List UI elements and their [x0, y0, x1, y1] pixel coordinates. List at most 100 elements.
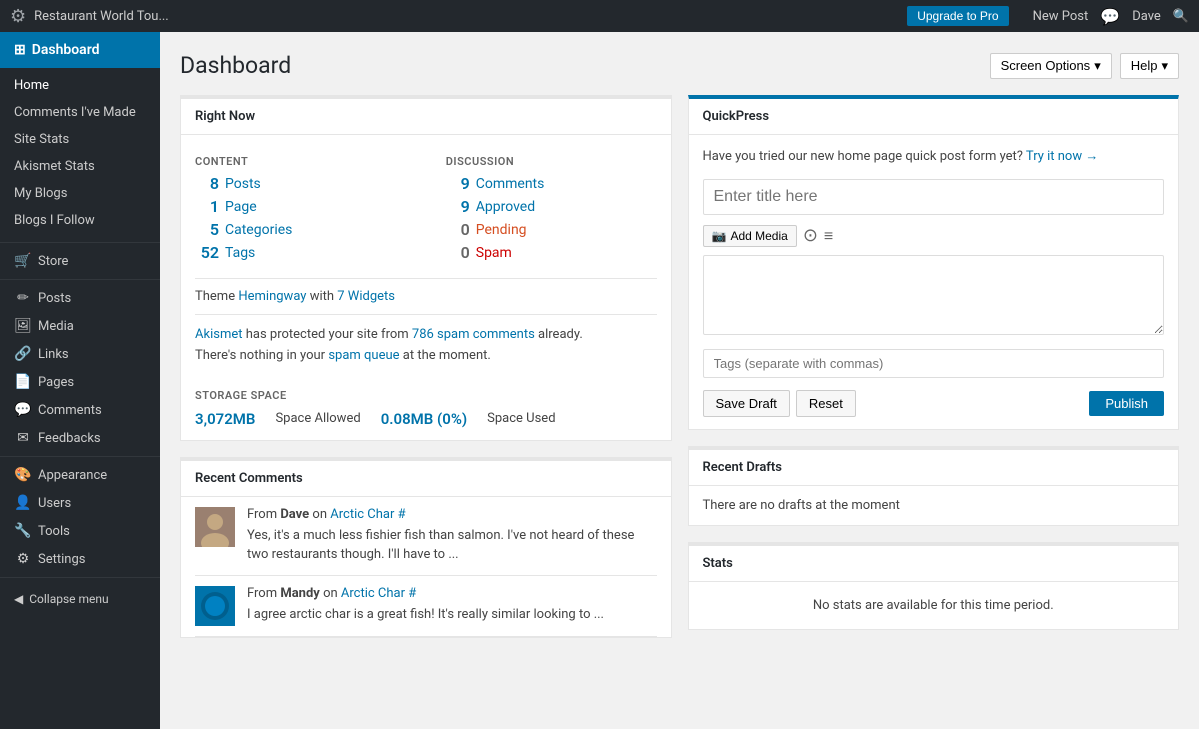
widgets-grid: Right Now CONTENT 8 Posts 1: [180, 95, 1179, 638]
comments-count: 9: [446, 174, 470, 193]
admin-bar: ⚙ Restaurant World Tou... Upgrade to Pro…: [0, 0, 1199, 32]
page-count-item: 1 Page: [195, 197, 406, 216]
page-link[interactable]: Page: [225, 199, 257, 215]
sidebar-item-users[interactable]: 👤 Users: [0, 489, 160, 517]
sidebar-item-home[interactable]: Home: [0, 72, 160, 99]
comment-avatar-2: [195, 586, 235, 626]
categories-count: 5: [195, 220, 219, 239]
akismet-post: already.: [538, 327, 583, 342]
quickpress-actions: Save Draft Reset Publish: [703, 390, 1165, 417]
comments-link[interactable]: Comments: [476, 176, 545, 192]
sidebar-item-appearance[interactable]: 🎨 Appearance: [0, 461, 160, 489]
spam-link[interactable]: Spam: [476, 245, 512, 261]
store-label: Store: [38, 254, 68, 269]
add-media-label: Add Media: [730, 229, 787, 243]
stats-widget: Stats No stats are available for this ti…: [688, 542, 1180, 630]
sidebar-item-store[interactable]: 🛒 Store: [0, 247, 160, 275]
comment-post-link-1[interactable]: Arctic Char #: [330, 507, 405, 522]
reset-button[interactable]: Reset: [796, 390, 856, 417]
posts-count: 8: [195, 174, 219, 193]
appearance-label: Appearance: [38, 468, 107, 483]
sidebar-item-posts[interactable]: ✏ Posts: [0, 284, 160, 312]
comment-avatar-1: [195, 507, 235, 547]
add-media-button[interactable]: 📷 Add Media: [703, 225, 797, 247]
sidebar-item-site-stats[interactable]: Site Stats: [0, 126, 160, 153]
dashboard-icon: ⊞: [14, 42, 26, 58]
sidebar-item-media[interactable]: 🖼 Media: [0, 312, 160, 340]
user-name[interactable]: Dave: [1132, 9, 1161, 24]
widgets-link[interactable]: 7 Widgets: [337, 289, 395, 304]
site-name: Restaurant World Tou...: [34, 9, 907, 24]
sidebar-item-feedbacks[interactable]: ✉ Feedbacks: [0, 424, 160, 452]
storage-section: STORAGE SPACE 3,072MB Space Allowed 0.08…: [195, 377, 657, 428]
akismet-line2-pre: There's nothing in your: [195, 348, 328, 363]
app-layout: ⊞ Dashboard Home Comments I've Made Site…: [0, 32, 1199, 729]
sidebar-item-akismet-stats[interactable]: Akismet Stats: [0, 153, 160, 180]
sidebar-item-blogs-follow[interactable]: Blogs I Follow: [0, 207, 160, 234]
content-column: CONTENT 8 Posts 1 Page 5: [195, 155, 406, 266]
comments-count-item: 9 Comments: [446, 174, 657, 193]
links-icon: 🔗: [14, 346, 32, 362]
quickpress-title: QuickPress: [703, 109, 770, 124]
quickpress-widget: QuickPress Have you tried our new home p…: [688, 95, 1180, 430]
akismet-link[interactable]: Akismet: [195, 327, 243, 342]
sidebar-item-links[interactable]: 🔗 Links: [0, 340, 160, 368]
comment-on-1: on: [312, 507, 330, 522]
theme-name-link[interactable]: Hemingway: [238, 289, 306, 304]
spam-count-item: 0 Spam: [446, 243, 657, 262]
categories-count-item: 5 Categories: [195, 220, 406, 239]
recent-drafts-header: Recent Drafts: [689, 450, 1179, 486]
my-blogs-label: My Blogs: [14, 186, 67, 201]
links-label: Links: [38, 347, 69, 362]
pending-link[interactable]: Pending: [476, 222, 527, 238]
quickpress-tags-input[interactable]: [703, 349, 1165, 378]
sidebar-item-comments-made[interactable]: Comments I've Made: [0, 99, 160, 126]
settings-icon: ⚙: [14, 551, 32, 567]
media-label: Media: [38, 319, 74, 334]
sidebar-item-my-blogs[interactable]: My Blogs: [0, 180, 160, 207]
categories-link[interactable]: Categories: [225, 222, 292, 238]
page-count: 1: [195, 197, 219, 216]
approved-count-item: 9 Approved: [446, 197, 657, 216]
save-draft-button[interactable]: Save Draft: [703, 390, 790, 417]
pages-icon: 📄: [14, 374, 32, 390]
new-post-link[interactable]: New Post: [1033, 9, 1089, 24]
posts-count-item: 8 Posts: [195, 174, 406, 193]
sidebar-item-tools[interactable]: 🔧 Tools: [0, 517, 160, 545]
toolbar-icon-2: ≡: [824, 226, 833, 246]
tools-icon: 🔧: [14, 523, 32, 539]
help-button[interactable]: Help ▾: [1120, 53, 1179, 79]
try-it-now-link[interactable]: Try it now →: [1026, 149, 1098, 164]
comment-item-2: From Mandy on Arctic Char # I agree arct…: [195, 576, 657, 637]
spam-comments-link[interactable]: 786 spam comments: [412, 327, 535, 342]
comment-from-2: From Mandy on Arctic Char #: [247, 586, 657, 601]
comment-post-link-2[interactable]: Arctic Char #: [341, 586, 416, 601]
search-icon[interactable]: 🔍: [1173, 9, 1189, 24]
screen-options-button[interactable]: Screen Options ▾: [990, 53, 1112, 79]
publish-button[interactable]: Publish: [1089, 391, 1164, 416]
quickpress-title-input[interactable]: [703, 179, 1165, 215]
collapse-menu-button[interactable]: ◀ Collapse menu: [0, 582, 160, 616]
help-label: Help: [1131, 58, 1158, 73]
discussion-header-label: DISCUSSION: [446, 155, 657, 168]
home-label: Home: [14, 78, 49, 93]
upgrade-button[interactable]: Upgrade to Pro: [907, 6, 1008, 26]
storage-allowed-num: 3,072MB: [195, 410, 255, 428]
recent-comments-widget: Recent Comments: [180, 457, 672, 638]
quickpress-content-textarea[interactable]: [703, 255, 1165, 335]
comments-sidebar-icon: 💬: [14, 402, 32, 418]
comment-from-1: From Dave on Arctic Char #: [247, 507, 657, 522]
sidebar-item-pages[interactable]: 📄 Pages: [0, 368, 160, 396]
sidebar-item-settings[interactable]: ⚙ Settings: [0, 545, 160, 573]
header-actions: Screen Options ▾ Help ▾: [990, 53, 1179, 79]
sidebar-item-comments[interactable]: 💬 Comments: [0, 396, 160, 424]
sidebar-item-dashboard[interactable]: ⊞ Dashboard: [0, 32, 160, 68]
spam-queue-link[interactable]: spam queue: [328, 348, 399, 363]
approved-link[interactable]: Approved: [476, 199, 535, 215]
comment-on-2: on: [323, 586, 341, 601]
comment-from-label-1: From: [247, 507, 280, 522]
comments-icon[interactable]: 💬: [1100, 7, 1120, 26]
tags-link[interactable]: Tags: [225, 245, 255, 261]
akismet-stats-label: Akismet Stats: [14, 159, 95, 174]
posts-link[interactable]: Posts: [225, 176, 261, 192]
